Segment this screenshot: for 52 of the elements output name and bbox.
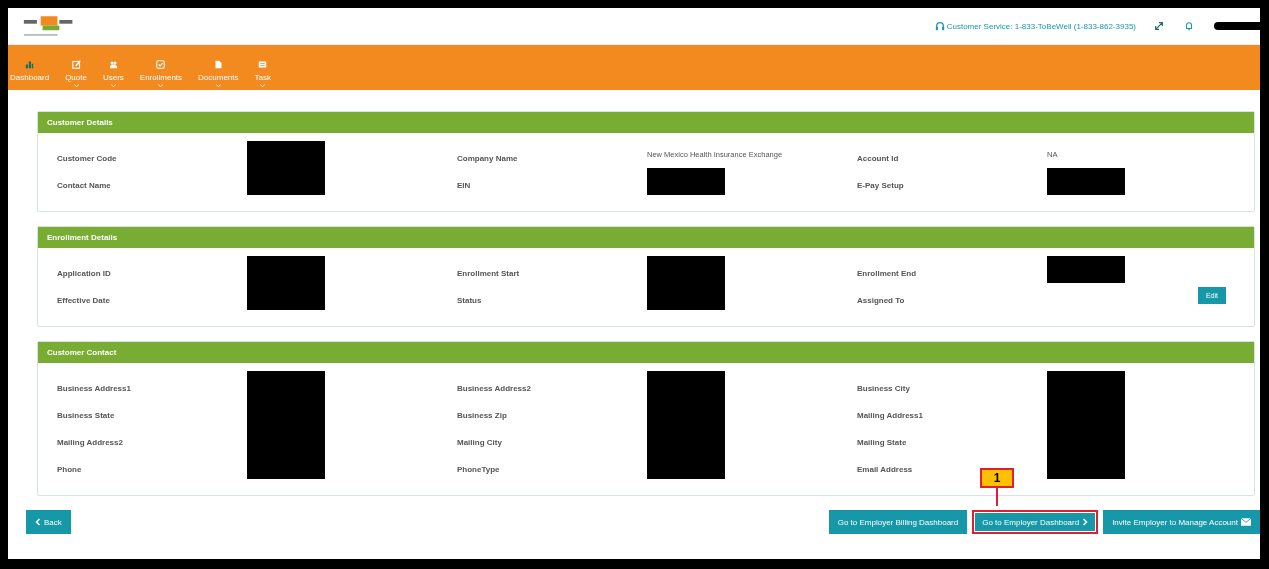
field-label: Application ID: [57, 269, 111, 278]
field-label: PhoneType: [457, 465, 500, 474]
customer-service-link[interactable]: Customer Service: 1-833-ToBeWell (1-833-862-3935): [934, 21, 1136, 31]
nav-item[interactable]: Enrollments: [131, 60, 191, 88]
section-title: Customer Details: [38, 112, 1254, 133]
field-label: Mailing State: [857, 438, 907, 447]
field-label: Business City: [857, 384, 910, 393]
chart-icon: [25, 60, 35, 69]
nav-item[interactable]: Quote: [57, 60, 95, 88]
field-label: Business State: [57, 411, 115, 420]
expand-icon[interactable]: [1154, 21, 1164, 31]
field-label: Account Id: [857, 154, 899, 163]
bell-icon[interactable]: [1184, 21, 1194, 31]
users-icon: [108, 60, 118, 69]
field-label: Enrollment Start: [457, 269, 520, 278]
chevron-right-icon: [1082, 518, 1089, 526]
field-label: Company Name: [457, 154, 518, 163]
edit-icon: [71, 60, 81, 69]
field-label: Effective Date: [57, 296, 110, 305]
field-label: Phone: [57, 465, 82, 474]
field-label: Contact Name: [57, 181, 111, 190]
action-button[interactable]: Go to Employer Billing Dashboard: [828, 510, 968, 534]
nav-item[interactable]: Task: [246, 60, 279, 88]
field-label: Enrollment End: [857, 269, 917, 278]
field-label: Customer Code: [57, 154, 117, 163]
field-label: E-Pay Setup: [857, 181, 904, 190]
field-label: Mailing Address2: [57, 438, 123, 447]
checkbox-icon: [156, 60, 166, 69]
chevron-left-icon: [35, 518, 41, 526]
back-button[interactable]: Back: [26, 510, 71, 534]
headset-icon: [934, 21, 945, 31]
section-title: Enrollment Details: [38, 227, 1254, 248]
field-label: Business Address2: [457, 384, 531, 393]
document-icon: [213, 60, 223, 69]
nav-item[interactable]: Documents: [190, 60, 247, 88]
leader-line: [996, 488, 999, 506]
field-label: EIN: [457, 181, 471, 190]
field-label: Status: [457, 296, 482, 305]
field-label: Mailing City: [457, 438, 502, 447]
callout-marker: 1: [980, 468, 1015, 488]
nav-item[interactable]: Users: [94, 60, 132, 88]
list-icon: [258, 60, 268, 69]
field-label: Mailing Address1: [857, 411, 923, 420]
section-title: Customer Contact: [38, 342, 1254, 363]
field-label: Email Address: [857, 465, 913, 474]
field-label: Assigned To: [857, 296, 905, 305]
action-button[interactable]: Go to Employer Dashboard: [972, 510, 1099, 534]
action-button[interactable]: Invite Employer to Manage Account: [1103, 510, 1260, 534]
field-label: Business Address1: [57, 384, 131, 393]
nav-item[interactable]: Dashboard: [8, 60, 58, 88]
field-label: Business Zip: [457, 411, 507, 420]
envelope-icon: [1241, 518, 1251, 526]
